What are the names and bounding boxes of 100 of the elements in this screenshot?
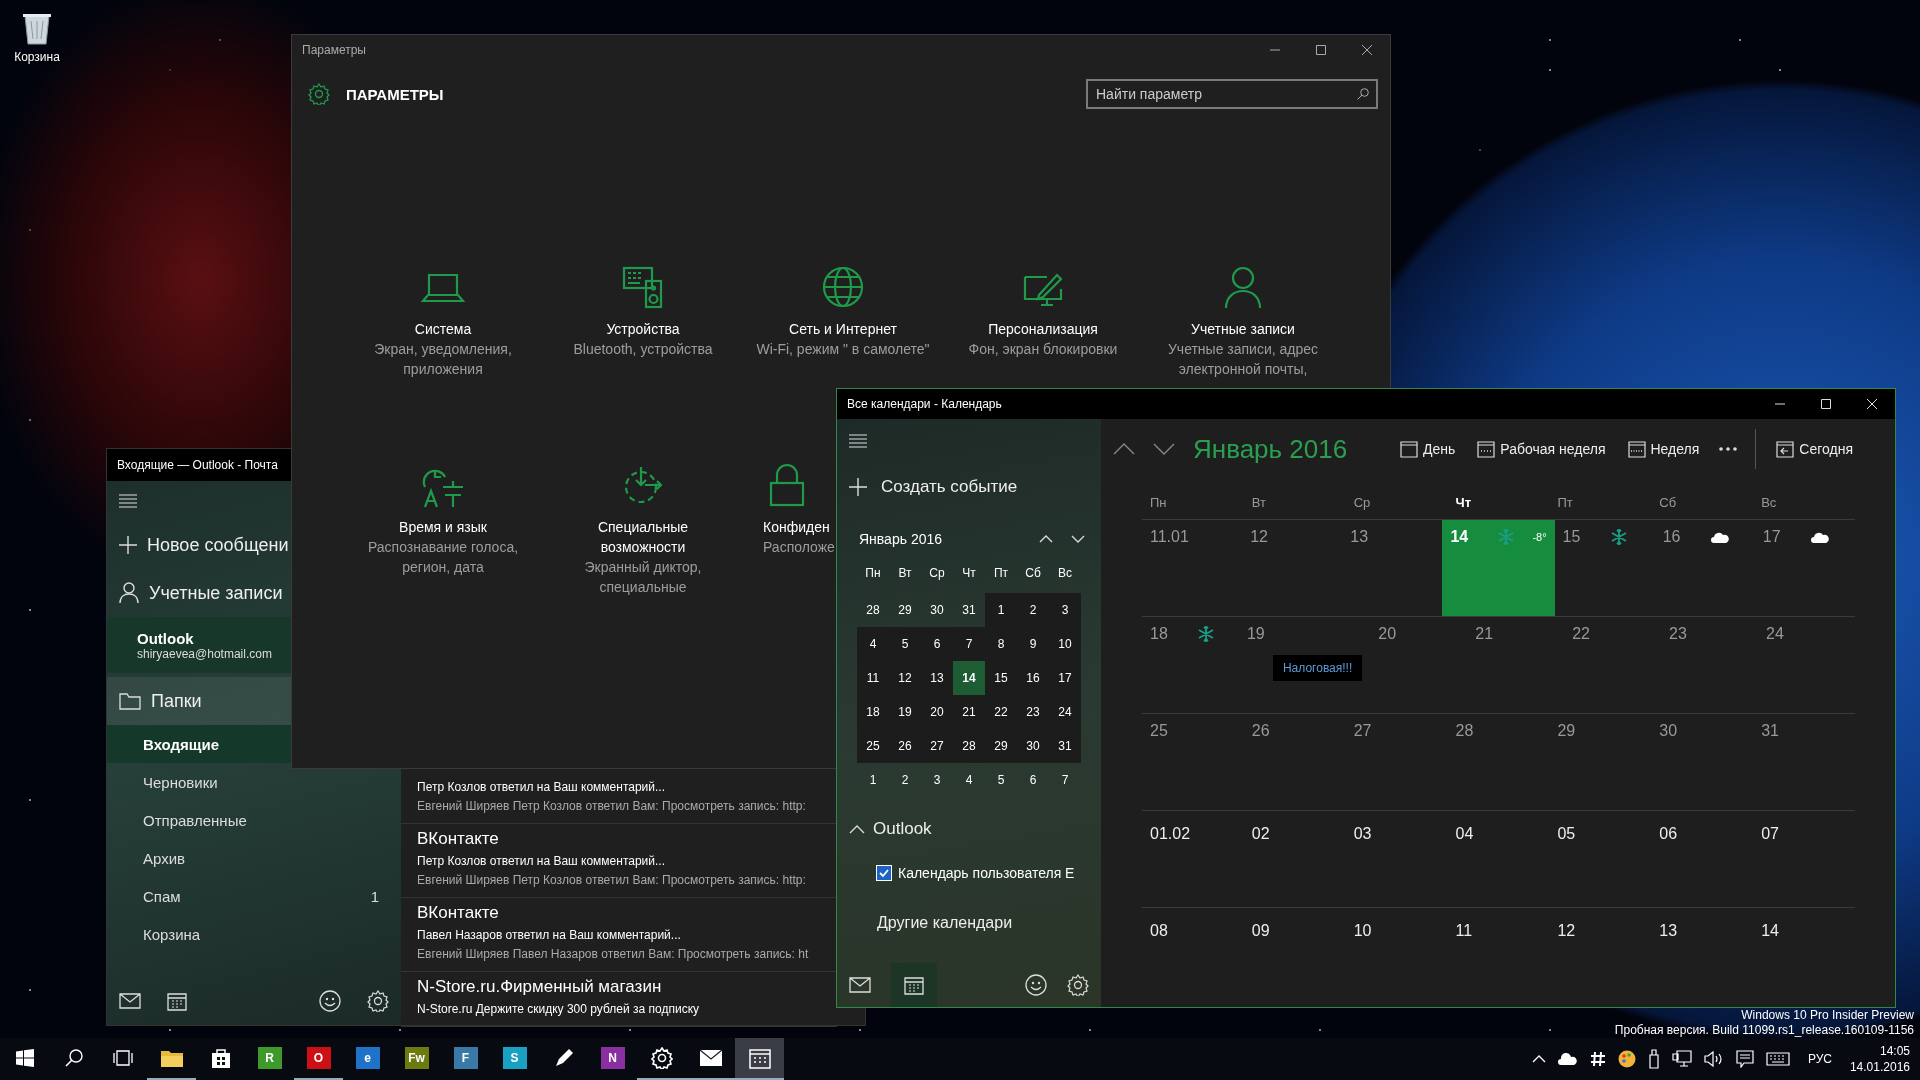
mini-calendar-day[interactable]: 20 <box>921 695 953 729</box>
menu-icon[interactable] <box>119 494 137 508</box>
day-cell[interactable]: 11.01 <box>1142 520 1243 616</box>
mini-calendar-day[interactable]: 10 <box>1049 627 1081 661</box>
volume-icon[interactable] <box>1703 1051 1724 1067</box>
mini-calendar-day[interactable]: 28 <box>857 593 889 627</box>
settings-category[interactable]: Персонализация Фон, экран блокировки <box>943 263 1143 359</box>
folder-item[interactable]: Архив <box>107 839 401 877</box>
mini-calendar-day[interactable]: 29 <box>985 729 1017 763</box>
day-cell[interactable]: 21 <box>1467 617 1565 713</box>
mini-calendar-day[interactable]: 5 <box>985 763 1017 797</box>
mini-calendar-day[interactable]: 28 <box>953 729 985 763</box>
mini-calendar-day[interactable]: 13 <box>921 661 953 695</box>
accounts-button[interactable]: Учетные записи <box>107 569 291 617</box>
mini-calendar-day[interactable]: 3 <box>1049 593 1081 627</box>
settings-category[interactable]: Учетные записи Учетные записи, адрес электронной почты, <box>1143 263 1343 379</box>
mini-calendar-day[interactable]: 8 <box>985 627 1017 661</box>
mini-calendar-day[interactable]: 15 <box>985 661 1017 695</box>
day-cell[interactable]: 16 <box>1654 520 1755 616</box>
account-item[interactable]: Outlook shiryaevea@hotmail.com <box>107 617 291 673</box>
day-cell[interactable]: 31 <box>1753 714 1855 810</box>
mini-calendar-day[interactable]: 6 <box>921 627 953 661</box>
day-cell[interactable]: 06 <box>1651 817 1754 907</box>
smiley-icon[interactable] <box>1025 974 1047 996</box>
mini-calendar-day[interactable]: 16 <box>1017 661 1049 695</box>
mini-calendar-day[interactable]: 27 <box>921 729 953 763</box>
taskbar-app-button[interactable] <box>735 1038 784 1080</box>
mini-calendar-day[interactable]: 2 <box>1017 593 1049 627</box>
mini-calendar-day[interactable]: 25 <box>857 729 889 763</box>
folder-item[interactable]: Спам 1 <box>107 877 401 915</box>
day-cell[interactable]: 20 <box>1370 617 1468 713</box>
folder-item[interactable]: Отправленные <box>107 801 401 839</box>
input-language[interactable]: РУС <box>1807 1052 1832 1066</box>
day-cell[interactable]: 07 <box>1753 817 1855 907</box>
mini-calendar-day[interactable]: 31 <box>953 593 985 627</box>
day-cell[interactable]: 30 <box>1651 714 1754 810</box>
day-cell[interactable]: 26 <box>1243 714 1346 810</box>
calendar-button[interactable] <box>891 963 937 1007</box>
day-cell[interactable]: 23 <box>1661 617 1759 713</box>
settings-category[interactable]: Сеть и Интернет Wi-Fi, режим " в самолете" <box>743 263 943 359</box>
settings-category[interactable]: Время и язык Распознавание голоса, регион, дата <box>343 461 543 577</box>
other-calendars-link[interactable]: Другие календари <box>837 899 1101 947</box>
day-cell[interactable]: 15 <box>1554 520 1655 616</box>
mini-calendar-day[interactable]: 31 <box>1049 729 1081 763</box>
hash-icon[interactable] <box>1589 1051 1606 1067</box>
keyboard-icon[interactable] <box>1765 1052 1790 1066</box>
day-cell[interactable]: 11 <box>1447 914 1550 1004</box>
day-cell[interactable]: 12 <box>1242 520 1343 616</box>
mini-calendar-day[interactable]: 1 <box>985 593 1017 627</box>
folder-item[interactable]: Черновики <box>107 763 401 801</box>
palette-icon[interactable] <box>1617 1050 1636 1068</box>
mini-calendar-day[interactable]: 19 <box>889 695 921 729</box>
taskbar-app-button[interactable]: N <box>588 1038 637 1080</box>
view-button[interactable]: Рабочая неделя <box>1475 436 1608 462</box>
smiley-icon[interactable] <box>319 990 341 1012</box>
desktop-icon-label[interactable]: Корзина <box>14 50 60 64</box>
day-cell[interactable]: 13 <box>1342 520 1443 616</box>
day-cell[interactable]: 01.02 <box>1142 817 1244 907</box>
taskbar-app-button[interactable]: O <box>294 1038 343 1080</box>
calendar-name[interactable]: Календарь пользователя Е <box>898 865 1075 881</box>
search-field[interactable]: Найти параметр <box>1086 79 1378 109</box>
search-icon[interactable] <box>1357 88 1369 100</box>
settings-icon[interactable] <box>1067 974 1089 996</box>
network-icon[interactable] <box>1671 1050 1692 1068</box>
mini-calendar-day[interactable]: 3 <box>921 763 953 797</box>
mail-icon[interactable] <box>849 977 871 993</box>
mini-calendar-day[interactable]: 12 <box>889 661 921 695</box>
folders-button[interactable]: Папки <box>107 677 291 725</box>
usb-drive-icon[interactable] <box>1647 1049 1660 1069</box>
day-cell[interactable]: 18 <box>1142 617 1239 713</box>
mini-calendar-day[interactable]: 24 <box>1049 695 1081 729</box>
checkbox[interactable] <box>876 865 892 881</box>
day-cell[interactable]: 08 <box>1142 914 1244 1004</box>
mini-calendar-day[interactable]: 30 <box>1017 729 1049 763</box>
day-cell[interactable]: 27 <box>1345 714 1448 810</box>
new-message-button[interactable]: Новое сообщени <box>107 521 291 569</box>
day-cell[interactable]: 17 <box>1754 520 1855 616</box>
menu-icon[interactable] <box>849 434 867 448</box>
mini-calendar-day[interactable]: 29 <box>889 593 921 627</box>
day-cell[interactable]: 29 <box>1549 714 1652 810</box>
day-cell[interactable]: 09 <box>1243 914 1346 1004</box>
calendar-group-header[interactable]: Outlook <box>837 805 1101 853</box>
cloud-icon[interactable] <box>1557 1052 1578 1066</box>
mini-calendar-day[interactable]: 18 <box>857 695 889 729</box>
calendar-icon[interactable] <box>167 991 187 1011</box>
chevron-down-icon[interactable] <box>1153 443 1175 455</box>
taskbar-app-button[interactable]: e <box>343 1038 392 1080</box>
mini-calendar-day[interactable]: 1 <box>857 763 889 797</box>
day-cell[interactable]: 04 <box>1447 817 1550 907</box>
day-cell[interactable]: 22 <box>1564 617 1662 713</box>
day-cell[interactable]: 14 -8° <box>1442 520 1555 616</box>
taskbar-app-button[interactable]: R <box>245 1038 294 1080</box>
mini-calendar-day[interactable]: 9 <box>1017 627 1049 661</box>
mini-calendar-day[interactable]: 6 <box>1017 763 1049 797</box>
day-cell[interactable]: 13 <box>1651 914 1754 1004</box>
today-button[interactable]: Сегодня <box>1774 436 1855 462</box>
mini-calendar-day[interactable]: 22 <box>985 695 1017 729</box>
day-cell[interactable]: 10 <box>1345 914 1448 1004</box>
mini-calendar-day[interactable]: 21 <box>953 695 985 729</box>
mini-calendar-day[interactable]: 23 <box>1017 695 1049 729</box>
